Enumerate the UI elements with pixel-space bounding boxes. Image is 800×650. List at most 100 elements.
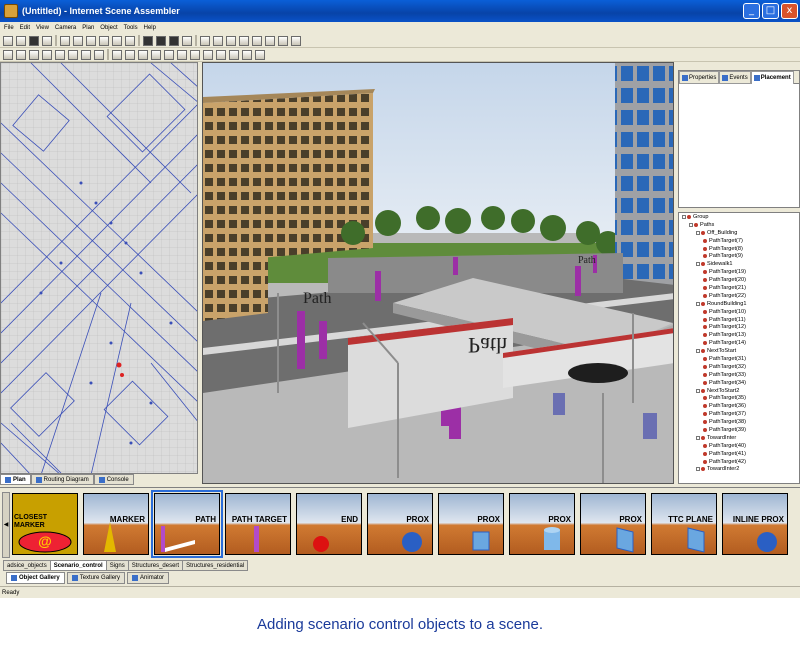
menu-file[interactable]: File (4, 25, 14, 31)
expand-icon[interactable] (696, 262, 700, 267)
tree-item[interactable]: NextToStart2 (679, 387, 799, 395)
tree-item[interactable]: Group (679, 213, 799, 221)
tree-item[interactable]: PathTarget(38) (679, 418, 799, 426)
tree-item[interactable]: PathTarget(37) (679, 410, 799, 418)
tree-item[interactable]: PathTarget(22) (679, 292, 799, 300)
tree-item[interactable]: PathTarget(35) (679, 394, 799, 402)
zoom-out-icon[interactable] (81, 49, 91, 60)
cut-icon[interactable] (60, 35, 70, 46)
minimize-button[interactable]: _ (743, 3, 760, 19)
menu-camera[interactable]: Camera (55, 25, 76, 31)
tree-item[interactable]: Sidewalk1 (679, 260, 799, 268)
tab-adsice-objects[interactable]: adsice_objects (3, 560, 51, 571)
select-icon[interactable] (213, 35, 223, 46)
tree-item[interactable]: PathTarget(10) (679, 308, 799, 316)
tree-item[interactable]: PathTarget(39) (679, 426, 799, 434)
expand-icon[interactable] (696, 230, 700, 235)
tree-item[interactable]: PathTarget(33) (679, 371, 799, 379)
menu-help[interactable]: Help (144, 25, 156, 31)
tree-item[interactable]: PathTarget(34) (679, 379, 799, 387)
delete-icon[interactable] (99, 35, 109, 46)
scale-icon[interactable] (29, 49, 39, 60)
menu-edit[interactable]: Edit (20, 25, 30, 31)
tree-item[interactable]: Off_Building (679, 229, 799, 237)
plan-view[interactable] (0, 62, 198, 474)
tree-item[interactable]: PathTarget(7) (679, 237, 799, 245)
tree-item[interactable]: NextToStart (679, 347, 799, 355)
tree-item[interactable]: TowardInter2 (679, 466, 799, 474)
tree-item[interactable]: PathTarget(14) (679, 339, 799, 347)
tree-item[interactable]: PathTarget(40) (679, 442, 799, 450)
menu-object[interactable]: Object (100, 25, 117, 31)
zoom-icon[interactable] (265, 35, 275, 46)
zoom-in-icon[interactable] (68, 49, 78, 60)
expand-icon[interactable] (689, 222, 693, 227)
stop-icon[interactable] (156, 35, 166, 46)
gallery-item-closest-marker[interactable]: @ CLOSEST MARKER (12, 493, 78, 555)
walk-icon[interactable] (138, 49, 148, 60)
expand-icon[interactable] (696, 349, 700, 354)
group-icon[interactable] (190, 49, 200, 60)
tab-structures-desert[interactable]: Structures_desert (127, 560, 184, 571)
tree-item[interactable]: PathTarget(13) (679, 331, 799, 339)
fly-icon[interactable] (125, 49, 135, 60)
scene-3d-viewport[interactable]: Path Path Path (202, 62, 674, 484)
move-icon[interactable] (3, 49, 13, 60)
tree-item[interactable]: PathTarget(20) (679, 276, 799, 284)
route-icon[interactable] (216, 49, 226, 60)
ungroup-icon[interactable] (203, 49, 213, 60)
menu-tools[interactable]: Tools (124, 25, 138, 31)
hand-icon[interactable] (200, 35, 210, 46)
tree-item[interactable]: PathTarget(41) (679, 450, 799, 458)
step-icon[interactable] (182, 35, 192, 46)
gallery-item-marker[interactable]: MARKER (83, 493, 149, 555)
tree-item[interactable]: PathTarget(31) (679, 355, 799, 363)
rotate-icon[interactable] (16, 49, 26, 60)
tab-plan[interactable]: Plan (0, 474, 31, 485)
tree-item[interactable]: PathTarget(19) (679, 268, 799, 276)
tree-item[interactable]: PathTarget(11) (679, 316, 799, 324)
save-icon[interactable] (29, 35, 39, 46)
gallery-item-end[interactable]: END (296, 493, 362, 555)
camera-icon[interactable] (226, 35, 236, 46)
copy-icon[interactable] (73, 35, 83, 46)
align-icon[interactable] (55, 49, 65, 60)
tab-placement[interactable]: Placement (750, 71, 794, 84)
tab-animator[interactable]: Animator (127, 572, 170, 584)
script-icon[interactable] (242, 49, 252, 60)
close-button[interactable]: x (781, 3, 798, 19)
gallery-item-prox[interactable]: PROX (438, 493, 504, 555)
tree-item[interactable]: PathTarget(8) (679, 245, 799, 253)
link-icon[interactable] (177, 49, 187, 60)
view-icon[interactable] (278, 35, 288, 46)
expand-icon[interactable] (696, 301, 700, 306)
menu-view[interactable]: View (36, 25, 49, 31)
help-icon[interactable] (255, 49, 265, 60)
tab-events[interactable]: Events (719, 71, 751, 84)
expand-icon[interactable] (696, 467, 700, 472)
gallery-item-prox[interactable]: PROX (509, 493, 575, 555)
sound-icon[interactable] (229, 49, 239, 60)
undo-icon[interactable] (112, 35, 122, 46)
print-icon[interactable] (42, 35, 52, 46)
tab-properties[interactable]: Properties (679, 71, 720, 84)
tree-item[interactable]: PathTarget(36) (679, 402, 799, 410)
redo-icon[interactable] (125, 35, 135, 46)
tab-scenario-control[interactable]: Scenario_control (49, 560, 107, 571)
tree-item[interactable]: PathTarget(12) (679, 323, 799, 331)
snap-icon[interactable] (42, 49, 52, 60)
tree-item[interactable]: RoundBuilding1 (679, 300, 799, 308)
gallery-item-ttc-plane[interactable]: TTC PLANE (651, 493, 717, 555)
tab-signs[interactable]: Signs (105, 560, 129, 571)
gallery-item-path-target[interactable]: PATH TARGET (225, 493, 291, 555)
gallery-scroll-left[interactable]: ◀ (2, 492, 10, 558)
gallery-item-prox[interactable]: PROX (580, 493, 646, 555)
new-file-icon[interactable] (3, 35, 13, 46)
gallery-item-inline-prox[interactable]: INLINE PROX (722, 493, 788, 555)
expand-icon[interactable] (696, 435, 700, 440)
orbit-icon[interactable] (112, 49, 122, 60)
tree-item[interactable]: PathTarget(21) (679, 284, 799, 292)
play-icon[interactable] (143, 35, 153, 46)
pan-icon[interactable] (94, 49, 104, 60)
tree-item[interactable]: PathTarget(32) (679, 363, 799, 371)
